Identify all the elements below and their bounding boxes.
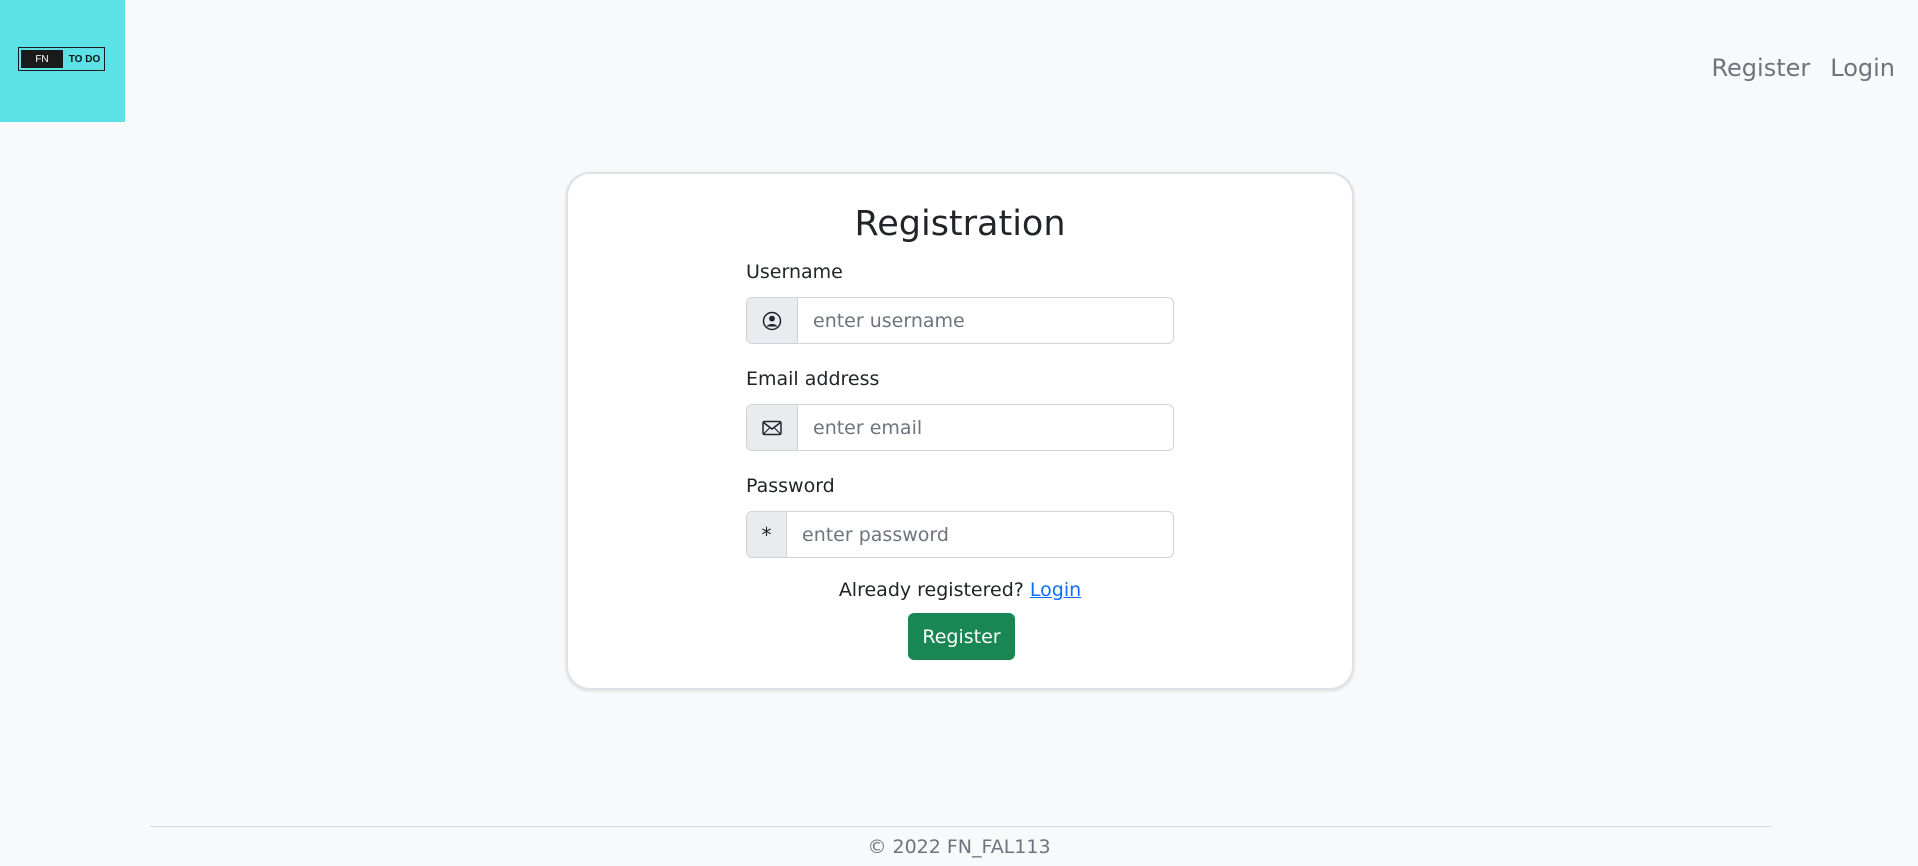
password-label: Password (746, 475, 835, 497)
asterisk-addon: * (747, 512, 787, 557)
already-registered-label: Already registered? (838, 579, 1024, 601)
footer-copyright: © 2022 FN_FAL113 (867, 836, 1051, 858)
register-submit-button[interactable]: Register (908, 613, 1015, 660)
top-nav: Register Login (1711, 54, 1895, 82)
logo-banner[interactable]: FN TO DO (0, 0, 125, 122)
email-label: Email address (746, 368, 880, 390)
person-circle-icon (747, 298, 798, 343)
email-input[interactable] (798, 405, 1173, 450)
email-input-group (746, 404, 1174, 451)
username-label: Username (746, 261, 843, 283)
username-input[interactable] (798, 298, 1173, 343)
already-registered-text: Already registered? Login (568, 579, 1352, 601)
site-logo[interactable]: FN TO DO (18, 47, 105, 71)
logo-todo-text: TO DO (68, 53, 101, 65)
nav-register-link[interactable]: Register (1711, 54, 1810, 82)
password-input[interactable] (787, 512, 1173, 557)
password-input-group: * (746, 511, 1174, 558)
envelope-icon (747, 405, 798, 450)
logo-fn-text: FN (21, 50, 63, 68)
nav-login-link[interactable]: Login (1830, 54, 1895, 82)
page-title: Registration (854, 204, 1066, 244)
username-input-group (746, 297, 1174, 344)
registration-card: Registration Username Email address Pass… (566, 172, 1354, 690)
footer-divider (150, 826, 1771, 827)
login-link[interactable]: Login (1030, 579, 1081, 601)
